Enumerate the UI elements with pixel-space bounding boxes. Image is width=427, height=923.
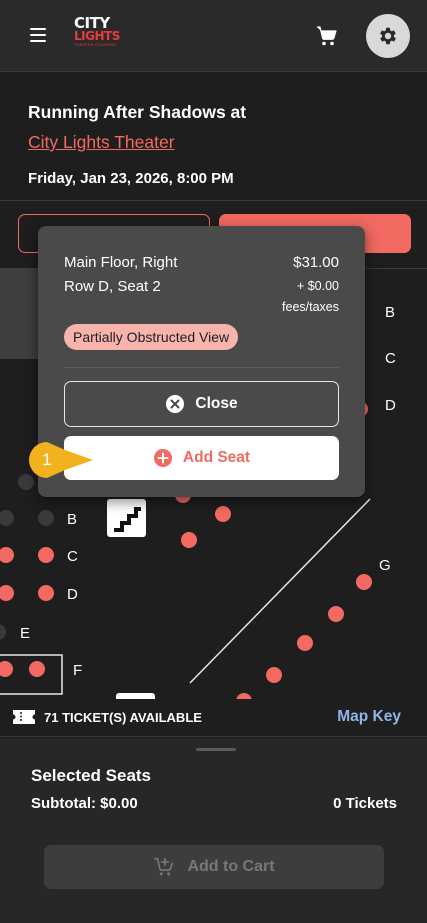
seat [181, 532, 197, 548]
row-label-b-left: B [67, 511, 77, 528]
seat [0, 624, 6, 640]
logo[interactable]: CITY LIGHTS THEATER COMPANY [74, 16, 120, 48]
ticket-count: 0 Tickets [333, 795, 397, 812]
fees-amount: + $0.00 [296, 279, 339, 293]
seat [215, 506, 231, 522]
gear-icon [380, 27, 396, 45]
seat [29, 661, 45, 677]
row-label-d-left: D [67, 586, 78, 603]
row-label-c-left: C [67, 548, 78, 565]
add-seat-button[interactable]: Add Seat [64, 436, 339, 480]
settings-button[interactable] [366, 14, 410, 58]
logo-line-2: LIGHTS [74, 29, 120, 43]
logo-line-3: THEATER COMPANY [74, 42, 117, 47]
subtotal: Subtotal: $0.00 [31, 795, 138, 812]
tickets-bar: 71 TICKET(S) AVAILABLE Map Key [0, 699, 427, 737]
event-title: Running After Shadows at [28, 102, 247, 122]
row-label-g: G [379, 557, 391, 574]
add-cart-icon [154, 857, 174, 876]
seat-fees: + $0.00 fees/taxes [282, 276, 339, 318]
fees-label: fees/taxes [282, 300, 339, 314]
seat-section: Main Floor, Right [64, 254, 178, 271]
row-label-e: E [20, 625, 30, 642]
map-key-link[interactable]: Map Key [337, 708, 401, 726]
step-number: 1 [42, 450, 52, 469]
section-divider [189, 498, 371, 684]
seat [38, 585, 54, 601]
seat-location: Row D, Seat 2 [64, 278, 161, 295]
stairs-icon [107, 499, 146, 537]
row-label-c-right: C [385, 350, 396, 367]
seat [328, 606, 344, 622]
selected-seats-title: Selected Seats [31, 766, 152, 785]
seat [38, 510, 54, 526]
seat [356, 574, 372, 590]
seat [0, 510, 14, 526]
seat [0, 547, 14, 563]
event-info: Running After Shadows at City Lights The… [0, 73, 427, 201]
close-label: Close [195, 395, 238, 412]
sheet-handle[interactable] [196, 748, 236, 751]
selected-seats-sheet: Selected Seats Subtotal: $0.00 0 Tickets… [0, 738, 427, 923]
obstructed-view-badge: Partially Obstructed View [64, 324, 239, 350]
popover-divider [64, 367, 339, 368]
add-to-cart-button[interactable]: Add to Cart [44, 845, 384, 889]
menu-icon[interactable] [30, 28, 46, 42]
close-button[interactable]: Close [64, 381, 339, 427]
seat [38, 547, 54, 563]
seat [0, 585, 14, 601]
row-label-b-right: B [385, 304, 395, 321]
plus-circle-icon [153, 449, 172, 467]
seat [266, 667, 282, 683]
seat-price: $31.00 [293, 254, 339, 271]
top-nav-bar: CITY LIGHTS THEATER COMPANY [0, 0, 427, 72]
row-label-d-right: D [385, 397, 396, 414]
row-label-f: F [73, 662, 82, 679]
add-to-cart-label: Add to Cart [187, 858, 275, 875]
seat [0, 661, 13, 677]
tickets-available: 71 TICKET(S) AVAILABLE [44, 710, 202, 725]
step-marker: 1 [27, 440, 93, 480]
add-seat-label: Add Seat [182, 449, 251, 466]
ticket-icon [13, 710, 35, 724]
cart-icon[interactable] [315, 24, 339, 48]
venue-link[interactable]: City Lights Theater [28, 132, 175, 153]
close-circle-icon [166, 395, 185, 413]
event-datetime: Friday, Jan 23, 2026, 8:00 PM [28, 170, 234, 187]
seat [297, 635, 313, 651]
